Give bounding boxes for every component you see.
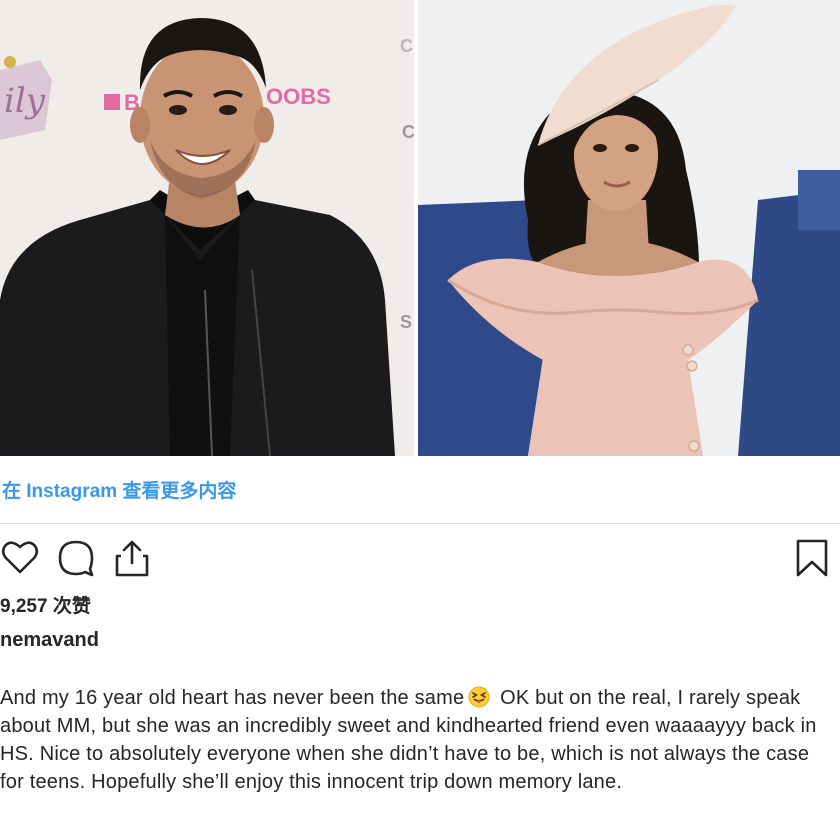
backdrop-logo-text: ily — [4, 81, 46, 121]
backdrop-brand-text-2: OOBS — [266, 84, 331, 109]
divider — [0, 523, 840, 524]
share-icon[interactable] — [112, 538, 152, 578]
comment-icon[interactable] — [56, 538, 96, 578]
instagram-post: ily B OOBS C C S 在 Instagram 查看更多内容 9,25… — [0, 0, 840, 828]
backdrop-logo: ily — [0, 56, 52, 140]
bookmark-icon[interactable] — [792, 538, 832, 578]
post-media: ily B OOBS C C S — [0, 0, 840, 456]
squinting-face-with-tongue-icon — [468, 686, 490, 708]
photo-right — [418, 0, 840, 456]
heart-icon[interactable] — [0, 538, 40, 578]
post-username[interactable]: nemavand — [0, 629, 99, 652]
backdrop-brand-mark — [104, 94, 120, 110]
view-more-on-instagram-link[interactable]: 在 Instagram 查看更多内容 — [2, 476, 236, 503]
backdrop-letter-2: C — [402, 122, 414, 142]
photo-left: ily B OOBS C C S — [0, 0, 414, 456]
backdrop-letter: C — [400, 36, 413, 56]
action-bar — [0, 538, 840, 582]
likes-count[interactable]: 9,257 次赞 — [0, 591, 91, 618]
post-caption: And my 16 year old heart has never been … — [0, 684, 830, 796]
caption-text-1: And my 16 year old heart has never been … — [0, 687, 465, 709]
backdrop-letter-3: S — [400, 312, 412, 332]
